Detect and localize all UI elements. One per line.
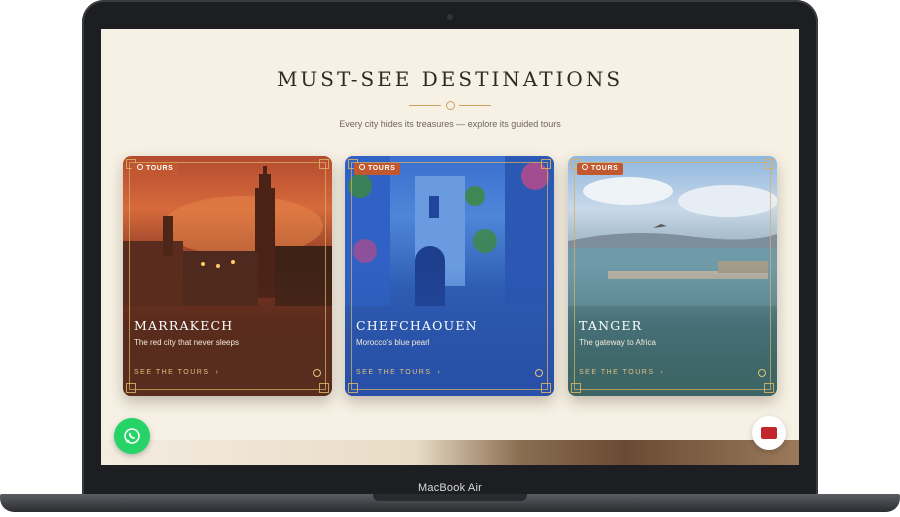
- tours-badge: TOURS: [577, 163, 624, 175]
- tag-icon: [582, 164, 588, 170]
- section-title: MUST-SEE DESTINATIONS: [276, 67, 624, 91]
- title-divider: [409, 101, 491, 110]
- destination-card-chefchaouen[interactable]: TOURS CHEFCHAOUEN Morocco's blue pearl S…: [345, 156, 554, 396]
- card-city: CHEFCHAOUEN: [356, 318, 478, 333]
- screen: MUST-SEE DESTINATIONS Every city hides i…: [101, 29, 799, 465]
- whatsapp-icon: [124, 428, 140, 444]
- device-label: MacBook Air: [418, 482, 482, 494]
- laptop-frame: MacBook Air MUST-SEE DESTINATIONS Every …: [0, 0, 900, 517]
- see-tours-link[interactable]: SEE THE TOURS ›: [356, 369, 441, 376]
- tours-badge: TOURS: [354, 163, 401, 175]
- ring-icon: [758, 369, 766, 377]
- language-button[interactable]: [752, 416, 786, 450]
- card-description: The gateway to Africa: [579, 338, 656, 347]
- tag-icon: [359, 164, 365, 170]
- next-section-image: [101, 440, 799, 465]
- card-city: MARRAKECH: [134, 318, 234, 333]
- ring-icon: [313, 369, 321, 377]
- laptop-notch: [373, 494, 527, 501]
- tours-badge: TOURS: [132, 163, 179, 175]
- tag-icon: [137, 164, 143, 170]
- arrow-right-icon: ›: [215, 369, 220, 376]
- card-city: TANGER: [579, 318, 643, 333]
- section-subtitle: Every city hides its treasures — explore…: [339, 119, 561, 129]
- arrow-right-icon: ›: [660, 369, 665, 376]
- destination-card-tanger[interactable]: TOURS TANGER The gateway to Africa SEE T…: [568, 156, 777, 396]
- destination-card-marrakech[interactable]: TOURS MARRAKECH The red city that never …: [123, 156, 332, 396]
- ring-icon: [535, 369, 543, 377]
- see-tours-link[interactable]: SEE THE TOURS ›: [134, 369, 219, 376]
- camera: [447, 14, 453, 20]
- arrow-right-icon: ›: [437, 369, 442, 376]
- whatsapp-button[interactable]: [114, 418, 150, 454]
- flag-icon: [761, 427, 777, 439]
- see-tours-link[interactable]: SEE THE TOURS ›: [579, 369, 664, 376]
- card-description: The red city that never sleeps: [134, 338, 239, 347]
- card-description: Morocco's blue pearl: [356, 338, 430, 347]
